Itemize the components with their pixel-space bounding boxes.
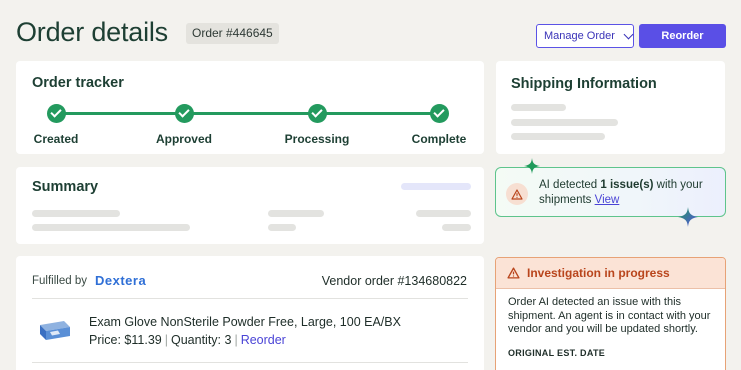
product-meta: Price: $11.39 | Quantity: 3 | Reorder: [89, 333, 286, 347]
tracker-step-processing: Processing: [257, 104, 377, 146]
order-tracker-title: Order tracker: [32, 75, 124, 91]
loading-placeholder: [401, 183, 471, 190]
manage-order-button[interactable]: Manage Order: [536, 24, 634, 48]
loading-placeholder: [511, 119, 618, 126]
investigation-card: Investigation in progress Order AI detec…: [495, 257, 726, 370]
vendor-logo: Dextera: [95, 273, 147, 288]
ai-notice-prefix: AI detected: [539, 179, 601, 191]
order-number-badge: Order #446645: [186, 23, 279, 44]
loading-placeholder: [268, 210, 324, 217]
check-icon: [307, 104, 327, 123]
tracker-step-label: Complete: [411, 132, 467, 146]
order-tracker-card: Order tracker Created Approved Processin…: [16, 61, 484, 154]
alert-triangle-icon: [507, 267, 520, 279]
investigation-header: Investigation in progress: [496, 258, 725, 289]
manage-order-label: Manage Order: [544, 30, 615, 42]
alert-triangle-icon: [506, 183, 528, 205]
tracker-step-approved: Approved: [124, 104, 244, 146]
loading-placeholder: [416, 210, 471, 217]
tracker-step-label: Created: [33, 132, 79, 146]
loading-placeholder: [32, 210, 120, 217]
tracker-step-label: Approved: [155, 132, 212, 146]
investigation-message: Order AI detected an issue with this shi…: [508, 296, 711, 335]
check-icon: [174, 104, 194, 123]
product-price: Price: $11.39: [89, 333, 162, 347]
check-icon: [429, 104, 449, 123]
tracker-step-created: Created: [0, 104, 116, 146]
check-icon: [46, 104, 66, 123]
loading-placeholder: [442, 224, 471, 231]
divider: [32, 298, 468, 299]
summary-card: Summary: [16, 167, 484, 244]
loading-placeholder: [268, 224, 296, 231]
shipping-information-title: Shipping Information: [511, 76, 657, 92]
chevron-down-icon: [623, 29, 634, 39]
ai-notice-text: AI detected 1 issue(s) with your shipmen…: [539, 178, 719, 208]
investigation-title: Investigation in progress: [527, 266, 670, 280]
product-name: Exam Glove NonSterile Powder Free, Large…: [89, 315, 401, 329]
separator: |: [234, 333, 238, 347]
separator: |: [164, 333, 168, 347]
reorder-product-link[interactable]: Reorder: [241, 333, 286, 347]
page-title: Order details: [16, 17, 168, 47]
fulfillment-card: Fulfilled by Dextera Vendor order #13468…: [16, 256, 484, 370]
loading-placeholder: [511, 104, 566, 111]
sparkle-icon: [524, 158, 540, 174]
loading-placeholder: [32, 224, 190, 231]
view-issues-link[interactable]: View: [595, 194, 620, 206]
loading-placeholder: [511, 133, 605, 140]
summary-title: Summary: [32, 179, 99, 195]
tracker-step-label: Processing: [284, 132, 350, 146]
divider: [32, 362, 468, 363]
fulfilled-by-label: Fulfilled by: [32, 275, 87, 287]
reorder-button[interactable]: Reorder: [639, 24, 726, 48]
original-est-date-label: ORIGINAL EST. DATE: [508, 348, 606, 358]
glove-box-icon: [40, 321, 70, 340]
ai-issue-count: 1 issue(s): [600, 179, 654, 191]
sparkle-icon: [678, 207, 698, 227]
product-quantity: Quantity: 3: [170, 333, 232, 347]
vendor-order-number: Vendor order #134680822: [321, 274, 467, 288]
tracker-step-complete: Complete: [379, 104, 499, 146]
shipping-information-card: Shipping Information: [496, 61, 725, 154]
